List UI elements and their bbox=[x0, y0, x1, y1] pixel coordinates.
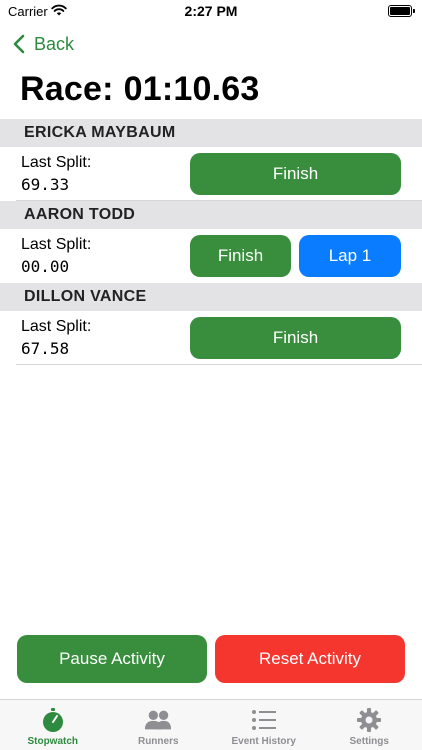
runner-name-header: AARON TODD bbox=[0, 201, 422, 229]
last-split-value: 67.58 bbox=[21, 339, 70, 358]
tab-label: Stopwatch bbox=[27, 736, 79, 747]
tab-runners[interactable]: Runners bbox=[106, 700, 212, 750]
finish-button[interactable]: Finish bbox=[190, 153, 401, 195]
race-time: 01:10.63 bbox=[123, 70, 260, 108]
finish-button[interactable]: Finish bbox=[190, 317, 401, 359]
last-split-value: 69.33 bbox=[21, 175, 70, 194]
list-icon bbox=[250, 708, 278, 732]
runner-row: Last Split: 00.00 Finish Lap 1 bbox=[16, 229, 422, 283]
last-split-label: Last Split: bbox=[21, 236, 92, 253]
battery-icon bbox=[388, 5, 415, 17]
reset-activity-button[interactable]: Reset Activity bbox=[215, 635, 405, 683]
finish-button[interactable]: Finish bbox=[190, 235, 291, 277]
last-split-label: Last Split: bbox=[21, 318, 92, 335]
stopwatch-icon bbox=[39, 708, 67, 732]
last-split-value: 00.00 bbox=[21, 257, 70, 276]
pause-activity-button[interactable]: Pause Activity bbox=[17, 635, 207, 683]
lap-button[interactable]: Lap 1 bbox=[299, 235, 401, 277]
back-button[interactable]: Back bbox=[10, 30, 74, 58]
runner-name-header: DILLON VANCE bbox=[0, 283, 422, 311]
back-label: Back bbox=[34, 33, 75, 54]
runner-name-header: ERICKA MAYBAUM bbox=[0, 119, 422, 147]
status-time: 2:27 PM bbox=[184, 3, 238, 19]
people-icon bbox=[144, 708, 172, 732]
runner-row: Last Split: 67.58 Finish bbox=[16, 311, 422, 365]
status-bar: Carrier 2:27 PM bbox=[0, 0, 422, 24]
tab-label: Runners bbox=[137, 736, 179, 747]
tab-stopwatch[interactable]: Stopwatch bbox=[0, 700, 106, 750]
tab-bar: Stopwatch Runners Event History Settings bbox=[0, 699, 422, 750]
runner-row: Last Split: 69.33 Finish bbox=[16, 147, 422, 201]
runner-list: ERICKA MAYBAUM Last Split: 69.33 Finish … bbox=[0, 119, 422, 365]
race-label: Race: bbox=[20, 70, 114, 108]
tab-label: Event History bbox=[231, 736, 296, 747]
tab-settings[interactable]: Settings bbox=[317, 700, 422, 750]
chevron-left-icon bbox=[10, 32, 30, 56]
race-timer: Race: 01:10.63 bbox=[20, 70, 259, 109]
last-split-label: Last Split: bbox=[21, 154, 92, 171]
tab-label: Settings bbox=[349, 736, 389, 747]
tab-event-history[interactable]: Event History bbox=[211, 700, 317, 750]
gear-icon bbox=[355, 708, 383, 732]
